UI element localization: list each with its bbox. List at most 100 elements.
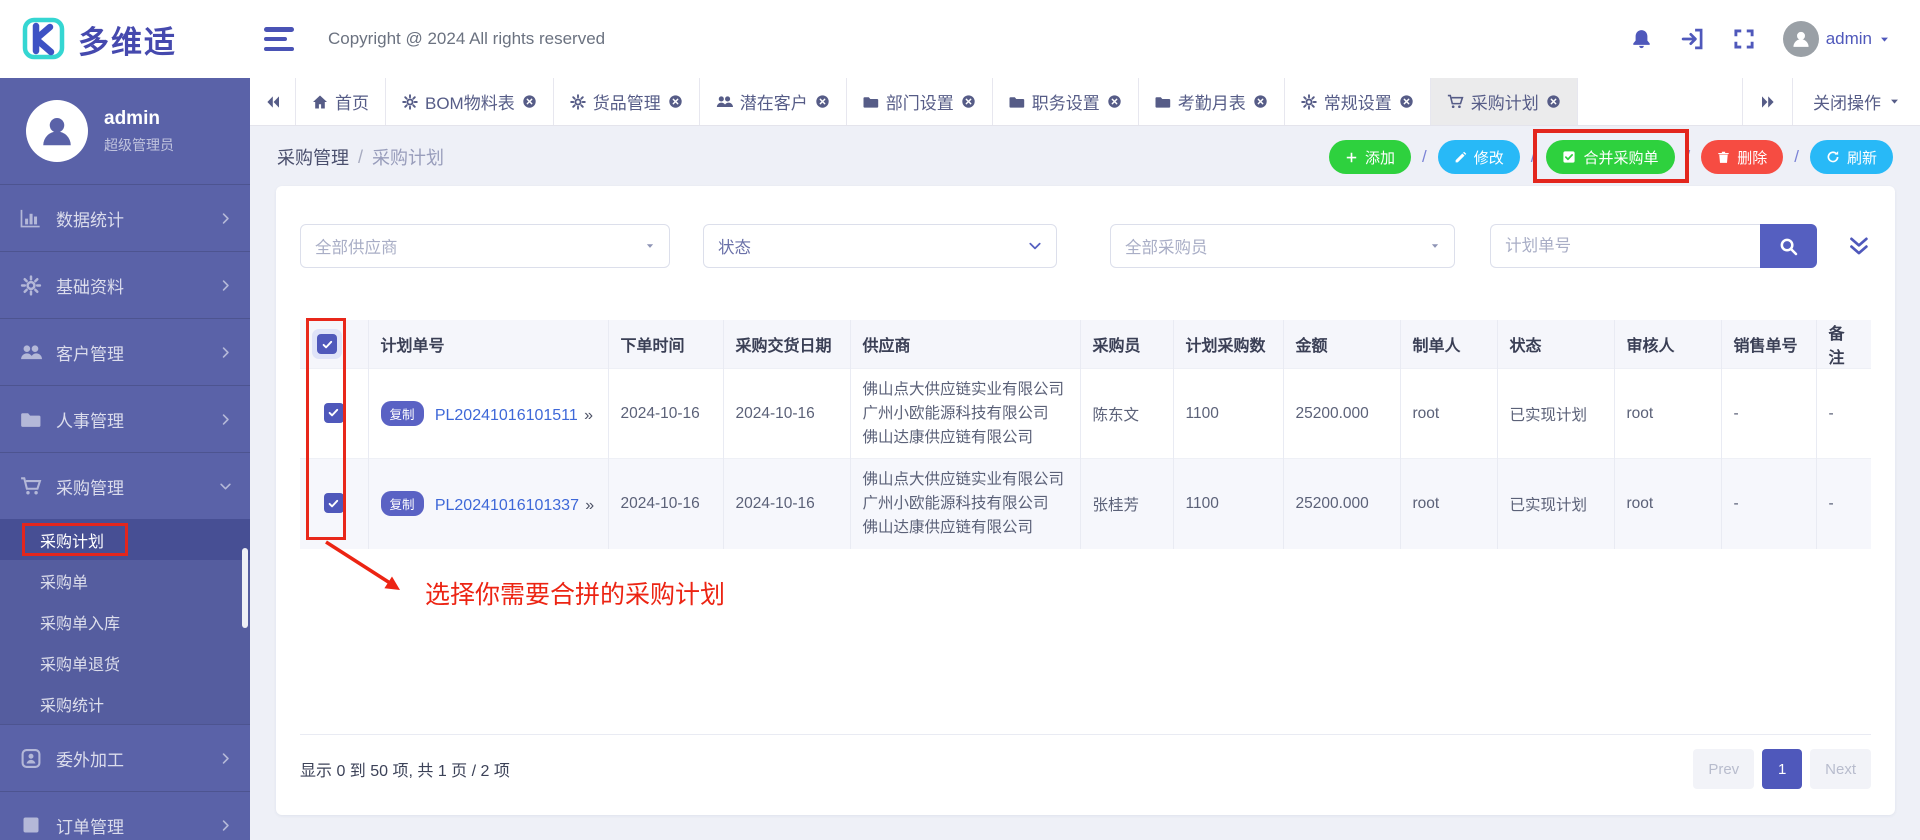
user-menu[interactable]: admin xyxy=(1783,21,1890,57)
edit-button[interactable]: 修改 xyxy=(1438,140,1520,174)
sidebar-item-data-stats[interactable]: 数据统计 xyxy=(0,184,250,251)
copyright-text: Copyright @ 2024 All rights reserved xyxy=(328,29,605,49)
supplier-select-value: 全部供应商 xyxy=(315,234,398,258)
content-area: 采购管理 / 采购计划 添加 / 修改 / 合并采购单 xyxy=(250,126,1920,840)
cell-supplier: 佛山点大供应链实业有限公司 广州小欧能源科技有限公司 佛山达康供应链有限公司 xyxy=(850,459,1080,549)
tab-bom-materials[interactable]: BOM物料表 xyxy=(386,78,554,125)
page-1-button[interactable]: 1 xyxy=(1762,749,1802,789)
user-caret-down-icon xyxy=(1879,34,1890,45)
plan-no-input[interactable] xyxy=(1490,224,1760,268)
tab-bar: 首页 BOM物料表 货品管理 潜在客户 部门设置 职务设置 xyxy=(250,78,1920,126)
close-operations-menu[interactable]: 关闭操作 xyxy=(1792,78,1920,125)
avatar xyxy=(1783,21,1819,57)
tab-department-settings[interactable]: 部门设置 xyxy=(847,78,993,125)
profile-role: 超级管理员 xyxy=(104,135,174,155)
link-expand-glyph[interactable]: » xyxy=(584,407,593,424)
tab-attendance-monthly[interactable]: 考勤月表 xyxy=(1139,78,1285,125)
check-icon xyxy=(321,338,334,351)
sidebar-subitem-purchase-stats[interactable]: 采购统计 xyxy=(0,683,250,724)
next-page-button[interactable]: Next xyxy=(1810,749,1871,789)
sidebar-item-label: 采购管理 xyxy=(56,474,124,499)
cell-plan-qty: 1100 xyxy=(1173,369,1283,459)
select-all-checkbox[interactable] xyxy=(317,334,337,354)
plan-no-link[interactable]: PL20241016101511 xyxy=(435,407,578,424)
sidebar-item-outsourcing[interactable]: 委外加工 xyxy=(0,724,250,791)
tab-close-icon[interactable] xyxy=(1546,94,1561,109)
chevron-right-icon xyxy=(219,346,232,359)
tab-general-settings[interactable]: 常规设置 xyxy=(1285,78,1431,125)
breadcrumb-parent[interactable]: 采购管理 xyxy=(277,144,349,170)
fullscreen-icon[interactable] xyxy=(1733,28,1755,50)
sidebar-scrollbar-thumb[interactable] xyxy=(242,548,248,628)
cell-sales-no: - xyxy=(1721,459,1816,549)
notifications-bell-icon[interactable] xyxy=(1630,28,1653,51)
tab-close-icon[interactable] xyxy=(1107,94,1122,109)
cell-delivery-date: 2024-10-16 xyxy=(723,369,850,459)
tab-label: 职务设置 xyxy=(1032,89,1100,114)
tab-label: 常规设置 xyxy=(1324,89,1392,114)
sidebar-item-basic-data[interactable]: 基础资料 xyxy=(0,251,250,318)
tab-close-icon[interactable] xyxy=(668,94,683,109)
col-header: 状态 xyxy=(1497,320,1614,369)
toolbar: 添加 / 修改 / 合并采购单 / 删除 xyxy=(1329,140,1893,174)
users-icon xyxy=(20,341,42,363)
expand-filters-double-chevron-icon[interactable] xyxy=(1847,234,1871,258)
refresh-button[interactable]: 刷新 xyxy=(1810,140,1893,174)
caret-down-icon xyxy=(645,241,655,251)
buyer-select[interactable]: 全部采购员 xyxy=(1110,224,1455,268)
sidebar-subitem-purchase-inbound[interactable]: 采购单入库 xyxy=(0,601,250,642)
tab-close-icon[interactable] xyxy=(522,94,537,109)
logout-icon[interactable] xyxy=(1681,27,1705,51)
row-checkbox[interactable] xyxy=(324,403,344,423)
cell-amount: 25200.000 xyxy=(1283,459,1400,549)
plan-no-link[interactable]: PL20241016101337 xyxy=(435,497,579,514)
sidebar-subitem-purchase-plan[interactable]: 采购计划 xyxy=(0,519,250,560)
tab-close-icon[interactable] xyxy=(961,94,976,109)
cell-delivery-date: 2024-10-16 xyxy=(723,459,850,549)
tab-close-icon[interactable] xyxy=(1253,94,1268,109)
cell-creator: root xyxy=(1400,369,1497,459)
tab-label: 首页 xyxy=(335,89,369,114)
chevron-down-icon xyxy=(219,480,232,493)
tab-close-icon[interactable] xyxy=(1399,94,1414,109)
sidebar-item-order-mgmt[interactable]: 订单管理 xyxy=(0,791,250,840)
sidebar-subitem-purchase-order[interactable]: 采购单 xyxy=(0,560,250,601)
sidebar-subitem-purchase-return[interactable]: 采购单退货 xyxy=(0,642,250,683)
table-row: 复制 PL20241016101511 » 2024-10-16 2024-10… xyxy=(300,369,1871,459)
gear-icon xyxy=(1301,94,1317,110)
purchase-submenu: 采购计划 采购单 采购单入库 采购单退货 采购统计 xyxy=(0,519,250,724)
copy-button[interactable]: 复制 xyxy=(381,401,424,426)
merge-purchase-order-button[interactable]: 合并采购单 xyxy=(1546,140,1674,174)
supplier-select[interactable]: 全部供应商 xyxy=(300,224,670,268)
sidebar-item-customer-mgmt[interactable]: 客户管理 xyxy=(0,318,250,385)
tabs-scroll-right-icon[interactable] xyxy=(1742,78,1792,125)
tab-home[interactable]: 首页 xyxy=(296,78,386,125)
delete-button[interactable]: 删除 xyxy=(1701,140,1783,174)
tab-goods-mgmt[interactable]: 货品管理 xyxy=(554,78,700,125)
cell-auditor: root xyxy=(1614,459,1721,549)
tabs-scroll-left-icon[interactable] xyxy=(250,78,296,125)
sidebar-item-label: 数据统计 xyxy=(56,206,124,231)
sidebar-toggle-icon[interactable] xyxy=(264,27,294,51)
tab-position-settings[interactable]: 职务设置 xyxy=(993,78,1139,125)
tab-potential-customers[interactable]: 潜在客户 xyxy=(700,78,847,125)
col-header: 采购交货日期 xyxy=(723,320,850,369)
prev-page-button[interactable]: Prev xyxy=(1693,749,1754,789)
sidebar-item-purchase-mgmt[interactable]: 采购管理 xyxy=(0,452,250,519)
link-expand-glyph[interactable]: » xyxy=(585,497,594,514)
status-select[interactable]: 状态 xyxy=(703,224,1057,268)
cart-icon xyxy=(1447,93,1464,110)
cell-amount: 25200.000 xyxy=(1283,369,1400,459)
copy-button[interactable]: 复制 xyxy=(381,491,424,516)
subitem-label: 采购单入库 xyxy=(40,610,120,634)
row-checkbox[interactable] xyxy=(324,493,344,513)
tab-label: BOM物料表 xyxy=(425,89,515,114)
cell-order-time: 2024-10-16 xyxy=(608,369,723,459)
add-button[interactable]: 添加 xyxy=(1329,140,1411,174)
subitem-label: 采购单 xyxy=(40,569,88,593)
search-button[interactable] xyxy=(1760,224,1817,268)
sidebar-item-hr-mgmt[interactable]: 人事管理 xyxy=(0,385,250,452)
tab-purchase-plan[interactable]: 采购计划 xyxy=(1431,78,1578,125)
tab-close-icon[interactable] xyxy=(815,94,830,109)
folder-icon xyxy=(1155,94,1171,110)
